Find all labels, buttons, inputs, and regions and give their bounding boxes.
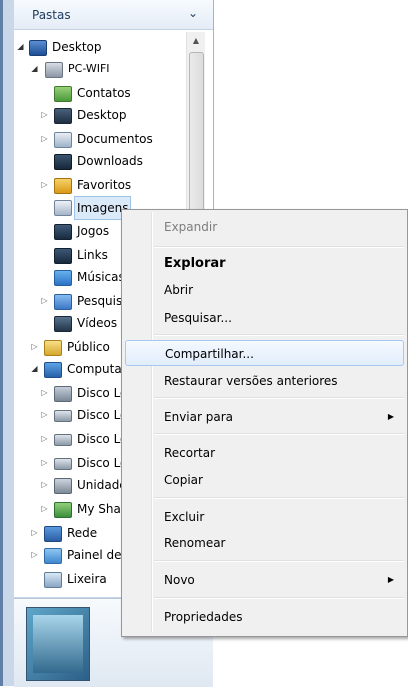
collapsed-arrow-icon[interactable]: ▷ (40, 404, 49, 426)
tree-item-label: Documentos (77, 132, 153, 146)
disk-icon (54, 458, 72, 470)
menu-item-label: Recortar (164, 446, 216, 460)
expanded-arrow-icon[interactable]: ◢ (16, 36, 25, 58)
user-folder-icon (45, 62, 63, 78)
expanded-arrow-icon[interactable]: ◢ (30, 58, 39, 80)
tree-item-label: Lixeira (67, 572, 107, 586)
menu-item-label: Expandir (164, 220, 218, 234)
network-icon (44, 526, 62, 542)
recycle-bin-icon (44, 572, 62, 588)
collapsed-arrow-icon[interactable]: ▷ (40, 498, 49, 520)
menu-item-label: Enviar para (164, 410, 233, 424)
menu-item-label: Excluir (164, 510, 205, 524)
games-icon (54, 224, 72, 240)
menu-separator (154, 497, 404, 499)
tree-item-label: Vídeos (77, 316, 118, 330)
menu-item-copiar[interactable]: Copiar (125, 467, 404, 493)
menu-item-label: Restaurar versões anteriores (164, 374, 338, 388)
menu-item-enviar-para[interactable]: Enviar para ▶ (125, 404, 404, 430)
menu-item-label: Pesquisar... (164, 311, 232, 325)
tree-item-label: PC-WIFI (68, 62, 110, 75)
menu-item-label: Explorar (164, 256, 226, 271)
downloads-icon (54, 154, 72, 170)
tree-item-label: Músicas (77, 270, 125, 284)
system-disk-icon (54, 386, 72, 402)
menu-item-label: Renomear (164, 536, 226, 550)
tree-item-label: Jogos (77, 224, 110, 238)
disk-icon (54, 410, 72, 422)
shared-folder-icon (54, 502, 72, 518)
drive-icon (54, 478, 72, 494)
collapsed-arrow-icon[interactable]: ▷ (40, 452, 49, 474)
menu-item-renomear[interactable]: Renomear (125, 530, 404, 556)
folder-preview-icon (26, 607, 90, 681)
chevron-down-icon[interactable]: ⌄ (188, 6, 198, 20)
menu-separator (154, 597, 404, 599)
links-icon (54, 248, 72, 264)
tree-item-label: Favoritos (77, 178, 132, 192)
collapsed-arrow-icon[interactable]: ▷ (40, 290, 49, 312)
menu-item-abrir[interactable]: Abrir (125, 277, 404, 303)
music-icon (54, 270, 72, 286)
menu-item-explorar[interactable]: Explorar (125, 251, 404, 277)
collapsed-arrow-icon[interactable]: ▷ (40, 382, 49, 404)
collapsed-arrow-icon[interactable]: ▷ (30, 544, 39, 566)
tree-item-label: Desktop (52, 40, 102, 54)
computer-icon (44, 362, 62, 378)
collapsed-arrow-icon[interactable]: ▷ (40, 428, 49, 450)
menu-item-label: Abrir (164, 283, 194, 297)
public-folder-icon (44, 340, 62, 356)
menu-separator (154, 246, 404, 248)
menu-item-recortar[interactable]: Recortar (125, 440, 404, 466)
collapsed-arrow-icon[interactable]: ▷ (30, 336, 39, 358)
menu-item-expandir: Expandir (125, 214, 404, 240)
menu-item-label: Copiar (164, 473, 203, 487)
search-folder-icon (54, 294, 72, 310)
submenu-arrow-icon: ▶ (387, 575, 394, 584)
submenu-arrow-icon: ▶ (387, 412, 394, 421)
favorites-star-icon (54, 178, 72, 194)
menu-item-restaurar-versoes[interactable]: Restaurar versões anteriores (125, 368, 404, 394)
scroll-up-arrow-icon[interactable]: ▲ (187, 32, 205, 50)
videos-icon (54, 316, 72, 332)
pane-title: Pastas (32, 8, 71, 22)
menu-separator (154, 334, 404, 336)
menu-item-label: Propriedades (164, 610, 243, 624)
window-left-edge (0, 0, 3, 686)
tree-item-label: Rede (67, 526, 98, 540)
desktop-icon (29, 40, 47, 56)
menu-item-label: Novo (164, 573, 195, 587)
menu-separator (154, 560, 404, 562)
tree-item-label: Links (77, 248, 108, 262)
disk-icon (54, 434, 72, 446)
pane-header: Pastas ⌄ (14, 0, 213, 30)
documents-icon (54, 132, 72, 148)
expanded-arrow-icon[interactable]: ◢ (30, 358, 39, 380)
folder-icon (54, 108, 72, 124)
menu-item-label: Compartilhar... (165, 347, 254, 361)
contacts-icon (54, 86, 72, 102)
menu-item-propriedades[interactable]: Propriedades (125, 604, 404, 630)
context-menu: Expandir Explorar Abrir Pesquisar... Com… (121, 209, 408, 637)
menu-item-excluir[interactable]: Excluir (125, 504, 404, 530)
collapsed-arrow-icon[interactable]: ▷ (40, 104, 49, 126)
menu-item-pesquisar[interactable]: Pesquisar... (125, 305, 404, 331)
collapsed-arrow-icon[interactable]: ▷ (40, 174, 49, 196)
menu-separator (154, 433, 404, 435)
tree-item-label: Downloads (77, 154, 143, 168)
collapsed-arrow-icon[interactable]: ▷ (40, 474, 49, 496)
menu-item-compartilhar[interactable]: Compartilhar... (125, 340, 404, 366)
tree-item-label: Público (67, 340, 110, 354)
tree-item-label: Desktop (77, 108, 127, 122)
tree-item-label: Contatos (77, 86, 131, 100)
folder-preview-image (33, 615, 83, 673)
pictures-icon (54, 200, 72, 216)
control-panel-icon (44, 548, 62, 564)
menu-separator (154, 397, 404, 399)
menu-item-novo[interactable]: Novo ▶ (125, 567, 404, 593)
collapsed-arrow-icon[interactable]: ▷ (30, 522, 39, 544)
tree-item-label: Unidade (77, 478, 127, 492)
collapsed-arrow-icon[interactable]: ▷ (40, 128, 49, 150)
